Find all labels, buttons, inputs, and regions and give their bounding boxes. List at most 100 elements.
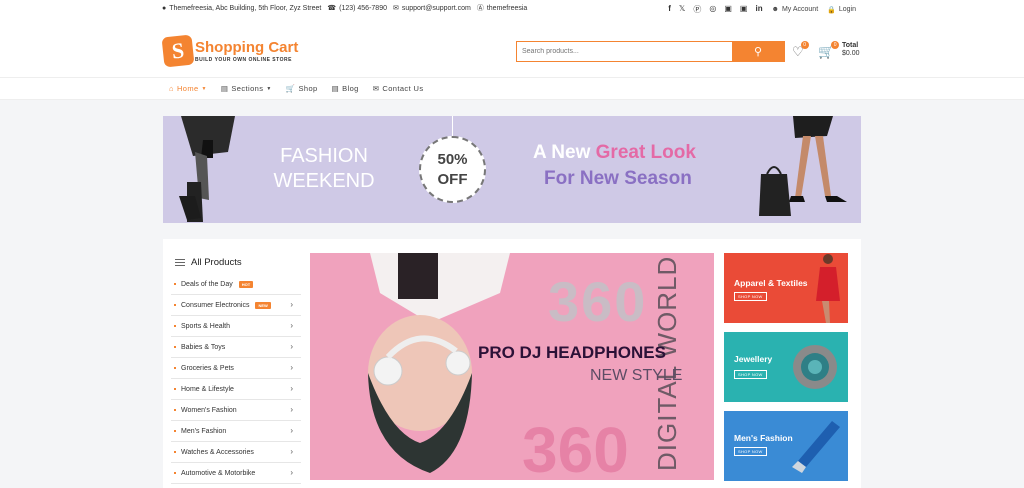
model-left-image	[179, 116, 235, 222]
chevron-right-icon: ›	[290, 342, 293, 351]
category-item[interactable]: Men's Fashion ›	[171, 421, 301, 442]
dribbble-icon[interactable]: ◎	[709, 4, 716, 15]
category-label: Groceries & Pets	[181, 364, 234, 372]
category-item[interactable]: Babies & Toys ›	[171, 337, 301, 358]
cart-button[interactable]: 🛒 0	[818, 41, 840, 60]
top-bar: ● Themefreesia, Abc Building, 5th Floor, …	[0, 0, 1024, 20]
banner-line-1: FASHION	[280, 145, 368, 167]
chevron-right-icon: ›	[290, 363, 293, 372]
category-item[interactable]: Sports & Health ›	[171, 316, 301, 337]
trimmer-image	[792, 421, 840, 473]
phone[interactable]: ☎ (123) 456-7890	[327, 5, 387, 12]
category-label: Watches & Accessories	[181, 448, 254, 456]
chevron-right-icon: ›	[290, 405, 293, 414]
facebook-icon[interactable]: f	[668, 4, 671, 15]
main-content: All Products Deals of the Day HOT Consume…	[163, 239, 861, 488]
my-account-label: My Account	[781, 6, 819, 13]
nav-label: Blog	[342, 84, 359, 93]
hero-slider[interactable]: 360 360 DIGITAL WORLD PRO DJ HEADPHONES …	[310, 253, 714, 480]
chevron-right-icon: ›	[290, 468, 293, 477]
nav-label: Sections	[231, 84, 264, 93]
login-link[interactable]: 🔒 Login	[827, 6, 856, 14]
shop-now-button[interactable]: SHOP NOW	[734, 447, 767, 456]
promo-apparel[interactable]: Apparel & Textiles SHOP NOW	[724, 253, 848, 323]
promo-jewellery[interactable]: Jewellery SHOP NOW	[724, 332, 848, 402]
promo-mens-fashion[interactable]: Men's Fashion SHOP NOW	[724, 411, 848, 481]
category-item[interactable]: Consumer Electronics NEW ›	[171, 295, 301, 316]
sections-icon: ▤	[220, 84, 229, 93]
fashion-weekend-text: FASHION WEEKEND	[259, 144, 389, 194]
nav-label: Home	[176, 84, 199, 93]
flickr-icon[interactable]: ▣	[740, 4, 748, 15]
cart-total[interactable]: Total $0.00	[842, 42, 860, 58]
shop-now-button[interactable]: SHOP NOW	[734, 292, 767, 301]
caret-down-icon: ▼	[266, 85, 272, 92]
discount-badge: 50% OFF	[419, 136, 486, 203]
new-badge: NEW	[255, 301, 271, 309]
hot-badge: HOT	[238, 280, 254, 288]
social-links: f 𝕏 Ⓟ ◎ ▣ ▣ in	[668, 4, 762, 15]
shop-now-button[interactable]: SHOP NOW	[734, 370, 767, 379]
headline-part-a: A New	[533, 142, 596, 163]
category-label: Home & Lifestyle	[181, 385, 234, 393]
skype-icon: Ⓐ	[476, 5, 484, 12]
logo-title: Shopping Cart	[195, 38, 299, 56]
category-item[interactable]: Watches & Accessories ›	[171, 442, 301, 463]
nav-item-home[interactable]: ⌂ Home ▼	[169, 84, 207, 93]
promo-title: Apparel & Textiles	[734, 278, 808, 288]
hero-title: PRO DJ HEADPHONES	[478, 343, 666, 362]
address-text: Themefreesia, Abc Building, 5th Floor, Z…	[169, 5, 322, 12]
wishlist-count: 0	[800, 41, 809, 49]
sidebar-title-text: All Products	[191, 257, 242, 268]
total-label: Total	[842, 42, 859, 49]
pinterest-icon[interactable]: Ⓟ	[693, 4, 701, 15]
nav-item-shop[interactable]: 🛒 Shop	[286, 84, 318, 93]
banner-subline: For New Season	[544, 168, 692, 189]
headphones-model-image	[368, 253, 510, 473]
search-input[interactable]	[517, 42, 732, 61]
skype-text: themefreesia	[486, 5, 528, 12]
site-header: S Shopping Cart BUILD YOUR OWN ONLINE ST…	[0, 20, 1024, 78]
discount-percent: 50%	[437, 151, 468, 168]
category-item[interactable]: Home & Lifestyle ›	[171, 379, 301, 400]
menu-icon	[175, 259, 185, 266]
instagram-icon[interactable]: ▣	[724, 4, 732, 15]
headline-part-b: Great Look	[595, 142, 696, 163]
wishlist-button[interactable]: ♡ 0	[792, 41, 809, 60]
nav-item-blog[interactable]: ▤ Blog	[332, 84, 359, 93]
my-account-link[interactable]: ☻ My Account	[772, 6, 819, 13]
email[interactable]: ✉ support@support.com	[393, 5, 471, 12]
logo-icon: S	[161, 34, 195, 68]
category-item[interactable]: Automotive & Motorbike ›	[171, 463, 301, 484]
caret-down-icon: ▼	[201, 85, 207, 92]
x-icon[interactable]: 𝕏	[679, 4, 685, 15]
cart-icon: 🛒	[285, 84, 296, 93]
logo-tagline: BUILD YOUR OWN ONLINE STORE	[195, 56, 292, 63]
nav-label: Shop	[298, 84, 318, 93]
category-item[interactable]: Deals of the Day HOT	[171, 274, 301, 295]
category-label: Women's Fashion	[181, 406, 237, 414]
total-value: $0.00	[842, 50, 860, 57]
cart-count: 0	[831, 41, 840, 49]
email-text: support@support.com	[401, 5, 471, 12]
site-logo[interactable]: S Shopping Cart BUILD YOUR OWN ONLINE ST…	[161, 34, 299, 68]
nav-item-sections[interactable]: ▤ Sections ▼	[221, 84, 272, 93]
home-icon: ⌂	[169, 84, 174, 93]
lock-icon: 🔒	[827, 6, 836, 14]
contact-icon: ✉	[372, 84, 380, 93]
chevron-right-icon: ›	[290, 384, 293, 393]
address: ● Themefreesia, Abc Building, 5th Floor, …	[162, 5, 321, 12]
dress-model-image	[816, 254, 840, 323]
category-item[interactable]: Groceries & Pets ›	[171, 358, 301, 379]
search-button[interactable]: ⚲	[732, 42, 784, 61]
skype[interactable]: Ⓐthemefreesia	[477, 5, 527, 12]
nav-item-contact[interactable]: ✉ Contact Us	[373, 84, 424, 93]
promo-banner[interactable]: FASHION WEEKEND 50% OFF A New Great Look…	[163, 116, 861, 223]
sidebar-title[interactable]: All Products	[171, 257, 301, 268]
category-item[interactable]: Women's Fashion ›	[171, 400, 301, 421]
mail-icon: ✉	[392, 5, 399, 12]
chevron-right-icon: ›	[290, 321, 293, 330]
main-navigation: ⌂ Home ▼ ▤ Sections ▼ 🛒 Shop ▤ Blog ✉ Contact U…	[0, 78, 1024, 100]
search-form: ⚲	[516, 41, 785, 62]
linkedin-icon[interactable]: in	[755, 4, 762, 15]
